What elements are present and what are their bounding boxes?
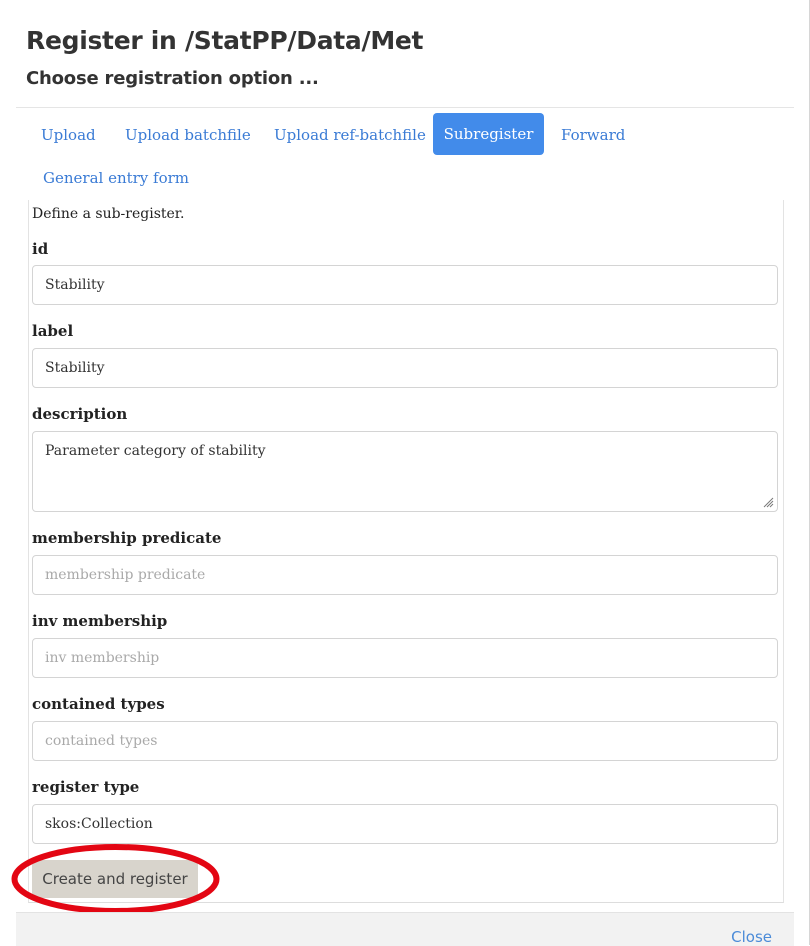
create-and-register-button[interactable]: Create and register bbox=[32, 860, 198, 898]
inv-membership-label: inv membership bbox=[32, 612, 168, 630]
modal-title: Register in /StatPP/Data/Met bbox=[26, 26, 424, 55]
tab-forward[interactable]: Forward bbox=[546, 114, 640, 156]
tab-general-entry-form[interactable]: General entry form bbox=[28, 157, 204, 199]
label-label: label bbox=[32, 322, 74, 340]
tab-upload-batchfile[interactable]: Upload batchfile bbox=[110, 114, 266, 156]
id-label: id bbox=[32, 240, 49, 258]
description-label: description bbox=[32, 405, 128, 423]
modal-header: Register in /StatPP/Data/Met Choose regi… bbox=[16, 0, 794, 108]
tab-upload-ref-batchfile[interactable]: Upload ref-batchfile bbox=[259, 114, 441, 156]
tab-upload[interactable]: Upload bbox=[26, 114, 111, 156]
close-link[interactable]: Close bbox=[731, 928, 772, 946]
register-type-input[interactable]: skos:Collection bbox=[32, 804, 778, 844]
resize-grip-icon[interactable] bbox=[762, 496, 774, 508]
description-textarea[interactable]: Parameter category of stability bbox=[32, 431, 778, 512]
membership-predicate-input[interactable]: membership predicate bbox=[32, 555, 778, 595]
subregister-panel bbox=[28, 200, 784, 903]
id-input[interactable]: Stability bbox=[32, 265, 778, 305]
modal-subtitle: Choose registration option ... bbox=[26, 68, 319, 89]
contained-types-label: contained types bbox=[32, 695, 165, 713]
register-modal: Register in /StatPP/Data/Met Choose regi… bbox=[0, 0, 810, 946]
inv-membership-input[interactable]: inv membership bbox=[32, 638, 778, 678]
form-intro: Define a sub-register. bbox=[32, 206, 185, 222]
membership-predicate-label: membership predicate bbox=[32, 529, 222, 547]
tab-subregister[interactable]: Subregister bbox=[433, 113, 544, 155]
description-text: Parameter category of stability bbox=[45, 443, 266, 459]
register-type-label: register type bbox=[32, 778, 140, 796]
contained-types-input[interactable]: contained types bbox=[32, 721, 778, 761]
label-input[interactable]: Stability bbox=[32, 348, 778, 388]
modal-footer: Close bbox=[16, 912, 794, 946]
